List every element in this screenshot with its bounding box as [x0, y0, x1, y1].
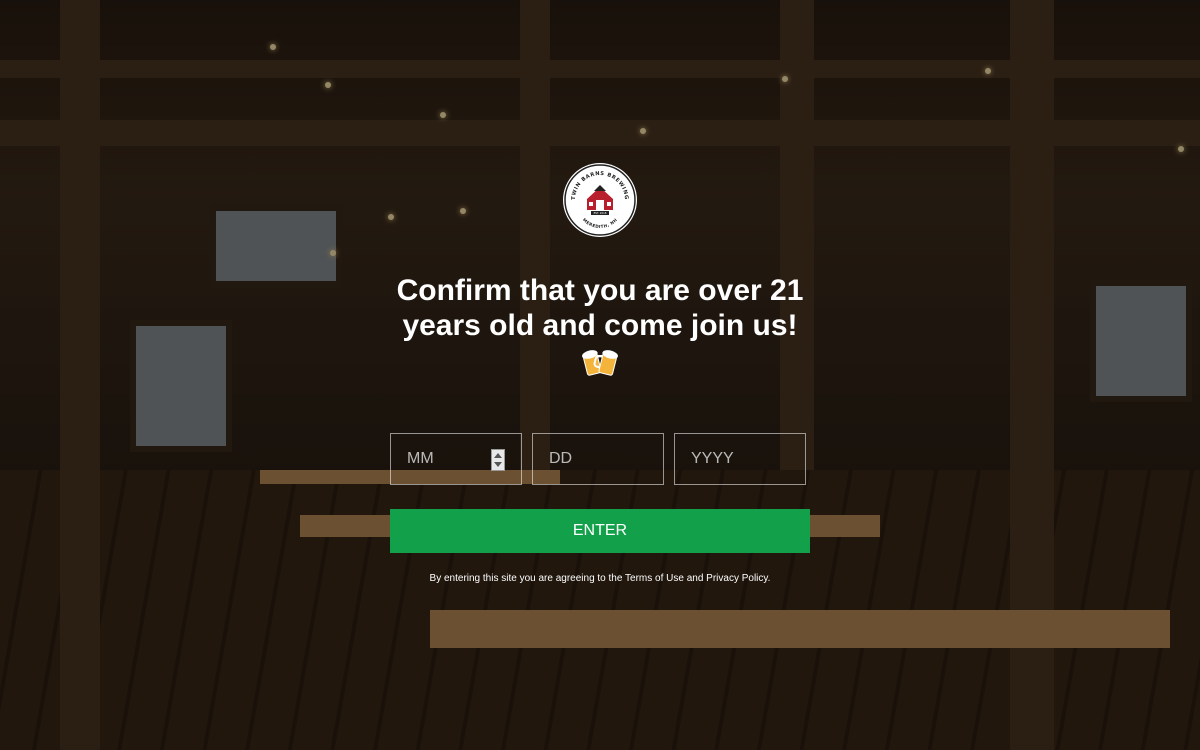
enter-button[interactable]: ENTER: [390, 509, 810, 553]
page-title: Confirm that you are over 21 years old a…: [396, 274, 804, 342]
month-spinner[interactable]: [491, 449, 505, 471]
day-field-wrapper: [532, 433, 664, 485]
month-field-wrapper: [390, 433, 522, 485]
year-input[interactable]: [675, 434, 805, 484]
brand-logo: TWIN BARNS BREWING MEREDITH, NH EST. 201…: [563, 163, 637, 237]
spinner-up-icon[interactable]: [494, 453, 502, 458]
svg-text:EST. 2018: EST. 2018: [594, 211, 607, 215]
year-field-wrapper: [674, 433, 806, 485]
age-gate-modal: TWIN BARNS BREWING MEREDITH, NH EST. 201…: [390, 163, 810, 584]
barn-logo-icon: TWIN BARNS BREWING MEREDITH, NH EST. 201…: [564, 164, 636, 236]
clinking-beer-mugs-icon: [582, 350, 618, 376]
legal-disclaimer: By entering this site you are agreeing t…: [429, 573, 771, 584]
day-input[interactable]: [533, 434, 663, 484]
spinner-down-icon[interactable]: [494, 462, 502, 467]
birthdate-fields: [390, 433, 810, 485]
